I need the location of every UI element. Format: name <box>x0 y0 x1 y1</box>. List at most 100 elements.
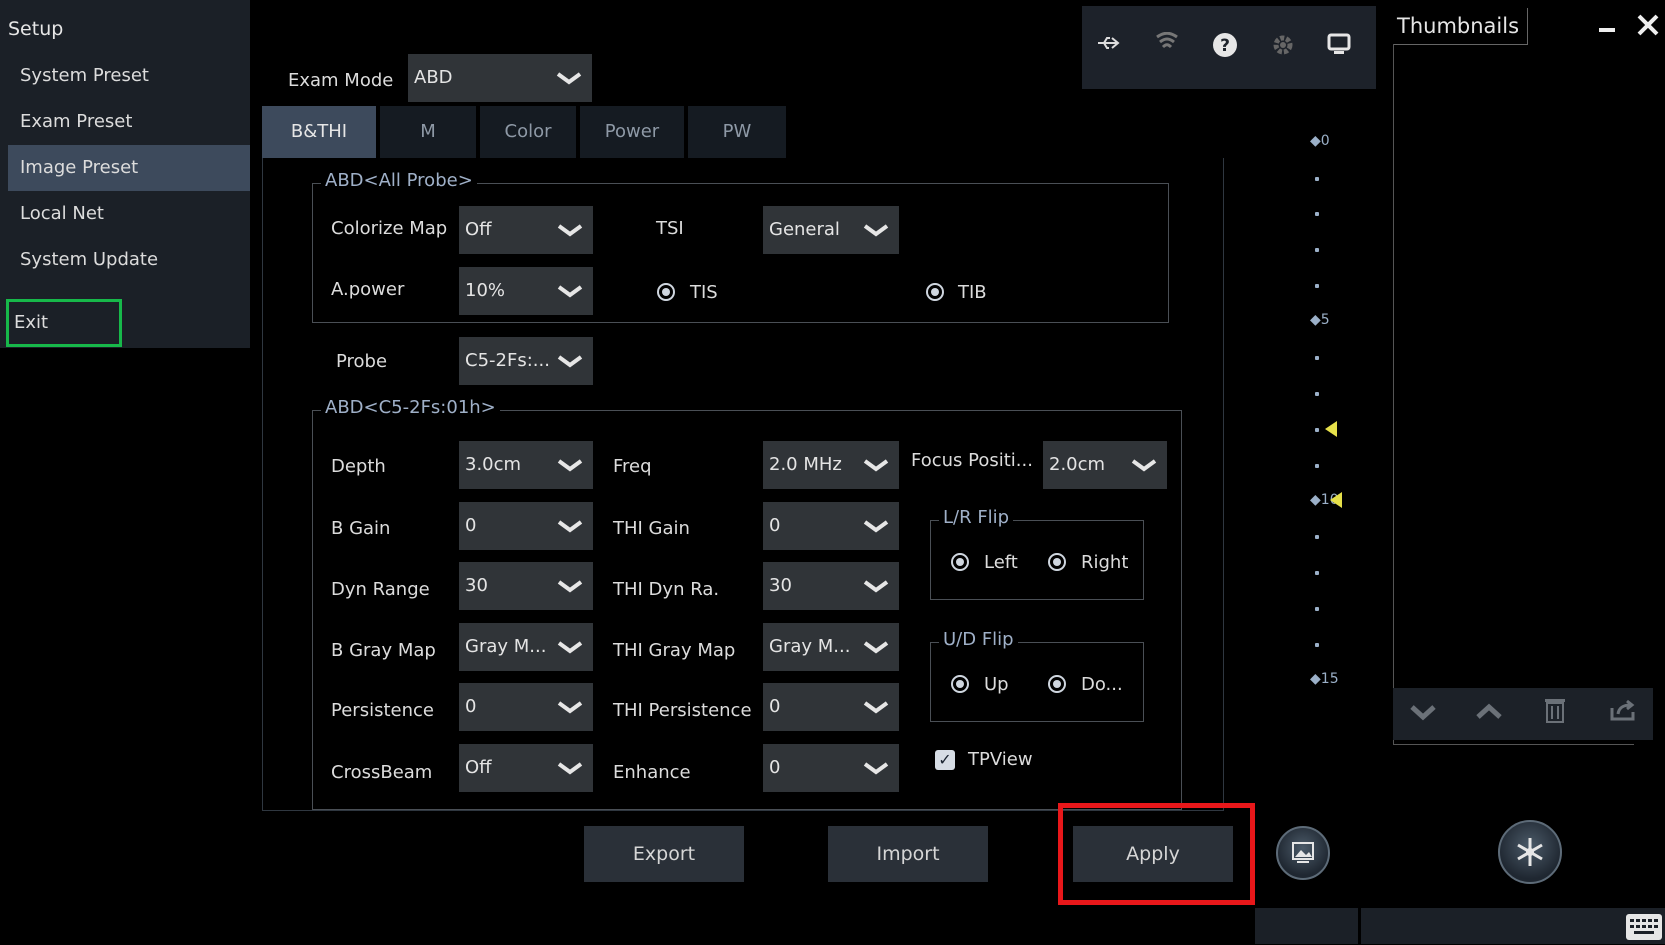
chevron-down-icon <box>557 285 583 298</box>
focus-marker-icon <box>1330 492 1342 508</box>
depth-label: Depth <box>331 456 386 477</box>
scale-tick <box>1315 284 1319 288</box>
scale-tick <box>1315 212 1319 216</box>
focus-position-label: Focus Positi... <box>911 450 1033 471</box>
flip-left-radio[interactable] <box>951 553 969 571</box>
thumbnails-toolbar <box>1393 688 1653 740</box>
chevron-down-icon <box>557 580 583 593</box>
b-gain-label: B Gain <box>331 518 391 539</box>
keyboard-icon[interactable] <box>1626 914 1662 940</box>
apower-label: A.power <box>331 279 405 300</box>
tib-radio[interactable] <box>926 283 944 301</box>
tab-b-thi[interactable]: B&THI <box>262 106 376 158</box>
probe-label: Probe <box>336 351 388 372</box>
exam-mode-dropdown[interactable]: ABD <box>408 54 592 102</box>
dyn-range-label: Dyn Range <box>331 579 430 600</box>
flip-up-radio[interactable] <box>951 675 969 693</box>
thumbnails-title: Thumbnails <box>1393 8 1528 45</box>
sidebar-item-system-update[interactable]: System Update <box>8 237 250 283</box>
scale-tick <box>1315 607 1319 611</box>
chevron-down-icon <box>863 701 889 714</box>
image-save-button[interactable] <box>1276 826 1330 880</box>
chevron-up-icon[interactable] <box>1471 696 1507 732</box>
thi-gain-value: 0 <box>769 515 781 536</box>
flip-down-radio[interactable] <box>1048 675 1066 693</box>
focus-marker-icon <box>1325 421 1337 437</box>
bottom-strip-segment <box>1361 908 1665 944</box>
probe-value: C5-2Fs:... <box>465 350 550 371</box>
tab-power[interactable]: Power <box>580 106 684 158</box>
usb-icon[interactable] <box>1094 32 1124 62</box>
focus-position-dropdown[interactable]: 2.0cm <box>1043 441 1167 489</box>
chevron-down-icon <box>557 459 583 472</box>
tab-m[interactable]: M <box>380 106 476 158</box>
freq-dropdown[interactable]: 2.0 MHz <box>763 441 899 489</box>
close-icon[interactable] <box>1635 12 1661 38</box>
thi-persistence-dropdown[interactable]: 0 <box>763 683 899 731</box>
thi-persistence-label: THI Persistence <box>613 700 752 721</box>
depth-dropdown[interactable]: 3.0cm <box>459 441 593 489</box>
import-button[interactable]: Import <box>828 826 988 882</box>
chevron-down-icon <box>556 72 582 85</box>
dyn-range-value: 30 <box>465 575 488 596</box>
scale-tick <box>1315 248 1319 252</box>
freeze-button[interactable] <box>1498 820 1562 884</box>
trash-icon[interactable] <box>1537 696 1573 732</box>
tis-radio[interactable] <box>657 283 675 301</box>
thumbnails-panel: Thumbnails <box>1385 0 1665 745</box>
thi-gray-map-value: Gray M... <box>769 636 851 657</box>
thi-gray-map-dropdown[interactable]: Gray M... <box>763 623 899 671</box>
export-button[interactable]: Export <box>584 826 744 882</box>
share-icon[interactable] <box>1605 696 1641 732</box>
chevron-down-icon <box>557 355 583 368</box>
tsi-label: TSI <box>656 218 684 239</box>
tsi-dropdown[interactable]: General <box>763 206 899 254</box>
exit-highlight-box <box>6 299 122 347</box>
sidebar-item-local-net[interactable]: Local Net <box>8 191 250 237</box>
enhance-dropdown[interactable]: 0 <box>763 744 899 792</box>
tib-label: TIB <box>958 282 987 303</box>
scale-tick <box>1315 643 1319 647</box>
thi-persistence-value: 0 <box>769 696 781 717</box>
tpview-checkbox[interactable]: ✓ <box>935 750 955 770</box>
thi-dyn-range-dropdown[interactable]: 30 <box>763 562 899 610</box>
apower-dropdown[interactable]: 10% <box>459 267 593 315</box>
dyn-range-dropdown[interactable]: 30 <box>459 562 593 610</box>
chevron-down-icon <box>1131 459 1157 472</box>
help-icon[interactable]: ? <box>1210 32 1240 62</box>
gear-icon[interactable] <box>1268 32 1298 62</box>
image-icon <box>1292 842 1314 863</box>
sidebar-item-system-preset[interactable]: System Preset <box>8 53 250 99</box>
flip-up-label: Up <box>984 674 1009 695</box>
b-gray-map-dropdown[interactable]: Gray M... <box>459 623 593 671</box>
persistence-value: 0 <box>465 696 477 717</box>
crossbeam-dropdown[interactable]: Off <box>459 744 593 792</box>
chevron-down-icon[interactable] <box>1405 696 1441 732</box>
monitor-icon[interactable] <box>1324 32 1354 62</box>
b-gain-dropdown[interactable]: 0 <box>459 502 593 550</box>
sidebar-item-image-preset[interactable]: Image Preset <box>8 145 250 191</box>
scale-label-5: ◆5 <box>1310 312 1330 328</box>
minimize-icon[interactable] <box>1595 14 1619 38</box>
all-probe-group-title: ABD<All Probe> <box>321 170 477 191</box>
chevron-down-icon <box>557 224 583 237</box>
exam-mode-value: ABD <box>414 67 453 88</box>
probe-dropdown[interactable]: C5-2Fs:... <box>459 337 593 385</box>
chevron-down-icon <box>863 459 889 472</box>
chevron-down-icon <box>557 762 583 775</box>
colorize-map-dropdown[interactable]: Off <box>459 206 593 254</box>
crossbeam-value: Off <box>465 757 492 778</box>
tab-pw[interactable]: PW <box>688 106 786 158</box>
network-icon[interactable] <box>1152 31 1182 62</box>
tsi-value: General <box>769 219 840 240</box>
flip-down-label: Do... <box>1081 674 1123 695</box>
sidebar-item-exam-preset[interactable]: Exam Preset <box>8 99 250 145</box>
scale-tick <box>1315 356 1319 360</box>
depth-value: 3.0cm <box>465 454 522 475</box>
persistence-dropdown[interactable]: 0 <box>459 683 593 731</box>
setup-sidebar: Setup System Preset Exam Preset Image Pr… <box>0 0 250 348</box>
thi-gain-dropdown[interactable]: 0 <box>763 502 899 550</box>
thi-dyn-range-value: 30 <box>769 575 792 596</box>
tab-color[interactable]: Color <box>480 106 576 158</box>
flip-right-radio[interactable] <box>1048 553 1066 571</box>
